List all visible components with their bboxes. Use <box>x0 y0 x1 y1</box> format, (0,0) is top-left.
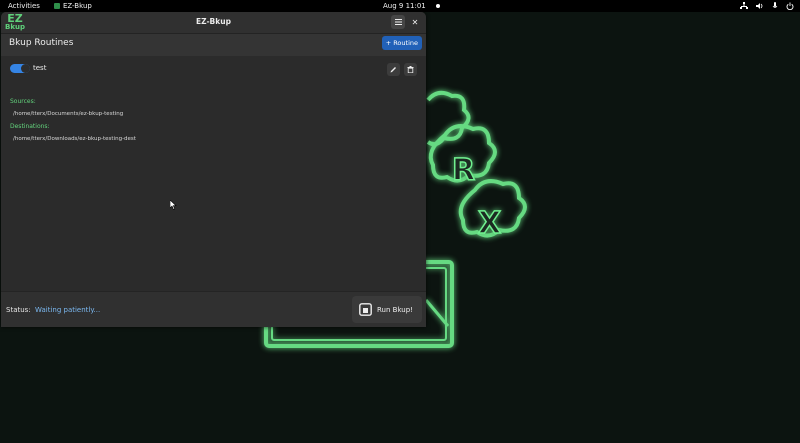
routines-header: Bkup Routines + Routine <box>1 34 426 56</box>
wallpaper-letter-r: R <box>452 153 475 188</box>
ez-bkup-window[interactable]: EZ Bkup EZ-Bkup ✕ Bkup Routines + Routin… <box>1 12 426 327</box>
main-menu-button[interactable] <box>391 15 405 29</box>
window-title: EZ-Bkup <box>196 17 231 26</box>
destination-path: /home/tterx/Downloads/ez-bkup-testing-de… <box>13 136 136 142</box>
backup-drive-icon <box>359 303 372 316</box>
microphone-icon <box>772 2 778 8</box>
top-bar: Activities EZ-Bkup Aug 9 11:01 <box>0 0 800 12</box>
routine-name: test <box>33 64 47 72</box>
wallpaper-letter-x: X <box>478 206 501 241</box>
close-icon: ✕ <box>411 17 419 27</box>
source-path: /home/tterx/Documents/ez-bkup-testing <box>13 111 124 117</box>
network-icon <box>740 2 748 9</box>
volume-icon <box>756 3 763 9</box>
clock[interactable]: Aug 9 11:01 <box>383 2 440 10</box>
status-label: Status: <box>6 306 31 314</box>
routine-enabled-toggle[interactable] <box>10 64 30 73</box>
title-bar[interactable]: EZ Bkup EZ-Bkup ✕ <box>1 12 426 34</box>
status-footer: Status: Waiting patiently... Run Bkup! <box>1 291 426 327</box>
hamburger-menu-icon <box>394 19 402 25</box>
delete-routine-button[interactable] <box>404 63 417 76</box>
status-text: Waiting patiently... <box>35 306 101 314</box>
pencil-icon <box>390 67 396 73</box>
close-button[interactable]: ✕ <box>408 15 422 29</box>
app-icon <box>53 3 60 9</box>
trash-icon <box>407 66 414 73</box>
toggle-knob <box>21 64 30 73</box>
page-title: Bkup Routines <box>9 38 74 48</box>
sources-label: Sources: <box>10 98 36 105</box>
clock-text: Aug 9 11:01 <box>383 2 426 10</box>
destinations-label: Destinations: <box>10 123 50 130</box>
routines-list: test Sources: /home/tterx/Documents/ez-b… <box>1 56 426 304</box>
system-tray[interactable] <box>740 0 794 12</box>
edit-routine-button[interactable] <box>387 63 400 76</box>
app-menu[interactable]: EZ-Bkup <box>53 2 92 10</box>
routine-row: test <box>1 56 426 78</box>
run-bkup-label: Run Bkup! <box>377 305 413 314</box>
add-routine-button[interactable]: + Routine <box>381 36 422 50</box>
app-menu-label: EZ-Bkup <box>62 2 92 10</box>
run-bkup-button[interactable]: Run Bkup! <box>352 296 422 323</box>
activities-button[interactable]: Activities <box>8 2 40 10</box>
mouse-cursor-icon <box>170 200 177 210</box>
notification-dot-icon <box>435 4 440 8</box>
power-icon <box>786 2 794 10</box>
